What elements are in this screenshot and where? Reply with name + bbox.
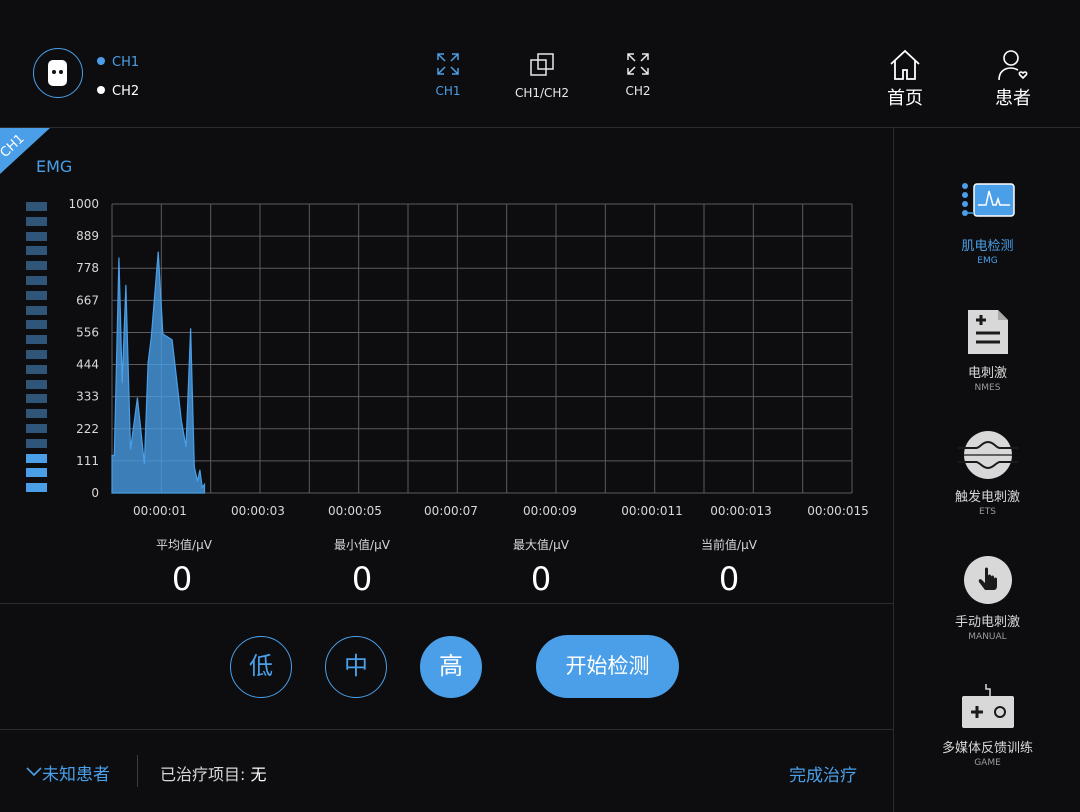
device-icon[interactable] <box>33 48 83 98</box>
dual-window-icon <box>530 53 554 76</box>
emg-chart: 1000 889 778 667 556 444 333 222 111 0 00:00:01 00:… <box>68 197 869 518</box>
y-tick-label: 111 <box>76 454 99 468</box>
y-tick-label: 556 <box>76 325 99 339</box>
chevron-down-icon <box>26 767 42 777</box>
stat-label-max: 最大值/μV <box>513 538 569 552</box>
y-tick-label: 1000 <box>68 197 99 211</box>
patient-selector[interactable]: 未知患者 <box>26 760 110 785</box>
sidebar-item-title: 手动电刺激 <box>954 615 1020 630</box>
y-tick-label: 222 <box>76 422 99 436</box>
x-tick-label: 00:00:011 <box>621 504 683 518</box>
y-tick-label: 333 <box>76 390 99 404</box>
ch2-dot-icon <box>97 86 105 94</box>
hand-pointer-icon <box>963 556 1012 604</box>
home-button[interactable]: 首页 <box>876 48 934 110</box>
x-tick-label: 00:00:03 <box>231 504 285 518</box>
view-ch1-button[interactable]: CH1 <box>418 52 478 98</box>
sidebar-item-title: 多媒体反馈训练 <box>941 741 1033 756</box>
sidebar-item-sub: ETS <box>979 507 996 517</box>
y-tick-label: 667 <box>76 293 99 307</box>
expand-icon <box>627 53 649 75</box>
x-tick-label: 00:00:01 <box>133 504 187 518</box>
expand-icon <box>437 53 459 75</box>
patient-icon <box>998 50 1028 81</box>
stat-label-avg: 平均值/μV <box>156 538 212 552</box>
view-ch2-button[interactable]: CH2 <box>608 52 668 98</box>
divider <box>0 729 893 730</box>
stat-label-min: 最小值/μV <box>334 538 390 552</box>
sidebar-item-sub: NMES <box>974 383 1001 393</box>
sidebar-item-title: 电刺激 <box>967 366 1007 381</box>
level-high-button[interactable]: 高 <box>420 636 482 698</box>
sidebar-item-manual[interactable]: 手动电刺激 MANUAL <box>895 555 1080 642</box>
emg-area-series <box>111 251 206 494</box>
sidebar-item-sub: MANUAL <box>968 632 1007 642</box>
sidebar-item-sub: GAME <box>974 758 1001 768</box>
stat-value-current: 0 <box>718 560 740 598</box>
level-mid-button[interactable]: 中 <box>325 636 387 698</box>
y-tick-label: 0 <box>91 486 99 500</box>
x-tick-label: 00:00:09 <box>523 504 577 518</box>
sidebar-item-game[interactable]: 多媒体反馈训练 GAME <box>895 681 1080 768</box>
view-dual-button[interactable]: CH1/CH2 <box>506 52 578 100</box>
sidebar-item-sub: EMG <box>977 256 998 266</box>
x-tick-label: 00:00:07 <box>424 504 478 518</box>
home-icon <box>890 49 920 80</box>
nmes-document-icon <box>967 310 1008 354</box>
x-tick-label: 00:00:05 <box>328 504 382 518</box>
patient-button[interactable]: 患者 <box>984 48 1042 110</box>
start-detection-button[interactable]: 开始检测 <box>536 635 679 698</box>
level-low-button[interactable]: 低 <box>230 636 292 698</box>
ch1-dot-icon <box>97 57 105 65</box>
y-tick-label: 444 <box>76 358 99 372</box>
sidebar-item-nmes[interactable]: 电刺激 NMES <box>895 306 1080 393</box>
x-tick-label: 00:00:015 <box>807 504 869 518</box>
stat-value-min: 0 <box>351 560 373 598</box>
divider <box>137 755 138 787</box>
stat-value-avg: 0 <box>171 560 193 598</box>
sidebar-item-title: 肌电检测 <box>961 239 1014 254</box>
channel-ch2[interactable]: CH2 <box>97 84 139 99</box>
sidebar-item-ets[interactable]: 触发电刺激 ETS <box>895 430 1080 517</box>
gamepad-icon <box>961 684 1014 728</box>
panel-title: EMG <box>36 157 73 176</box>
emg-icon <box>961 183 1015 217</box>
x-tick-label: 00:00:013 <box>710 504 772 518</box>
trigger-wave-icon <box>957 431 1018 479</box>
y-tick-label: 889 <box>76 229 99 243</box>
stat-value-max: 0 <box>530 560 552 598</box>
finish-treatment-link[interactable]: 完成治疗 <box>789 761 857 786</box>
stat-label-current: 当前值/μV <box>701 538 757 552</box>
sidebar-item-title: 触发电刺激 <box>954 490 1020 505</box>
y-tick-label: 778 <box>76 261 99 275</box>
treated-items: 已治疗项目: 无 <box>160 765 267 784</box>
channel-ch1[interactable]: CH1 <box>97 55 139 70</box>
divider <box>0 603 893 604</box>
sidebar-item-emg[interactable]: 肌电检测 EMG <box>895 181 1080 266</box>
